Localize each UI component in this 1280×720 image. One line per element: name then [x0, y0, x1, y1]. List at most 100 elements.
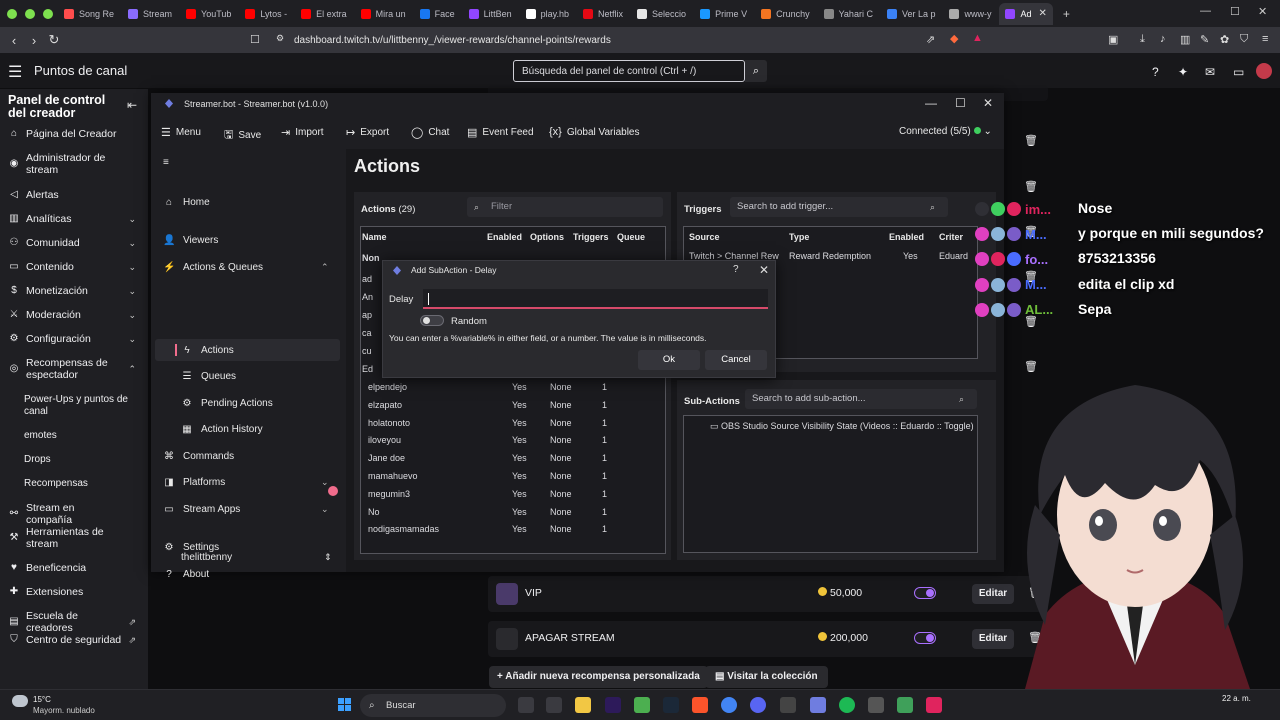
windows-start-icon[interactable] — [338, 698, 352, 712]
action-queue[interactable]: None — [550, 400, 572, 410]
trigger-enabled[interactable]: Yes — [903, 251, 918, 261]
nav-stream-apps[interactable]: ▭ Stream Apps ⌄ — [163, 504, 328, 515]
browser-tab[interactable]: El extra — [295, 3, 353, 25]
action-triggers[interactable]: 1 — [602, 524, 607, 534]
browser-tab[interactable]: www-y — [943, 3, 997, 25]
action-queue[interactable]: None — [550, 382, 572, 392]
subaction-search-input[interactable]: Search to add sub-action... ⌕ — [745, 389, 977, 409]
subaction-item[interactable]: ▭ OBS Studio Source Visibility State (Vi… — [710, 421, 974, 432]
export-button[interactable]: ↦ Export — [346, 126, 389, 139]
extension-dot-icon[interactable] — [43, 8, 53, 19]
browser-tab[interactable]: Lytos - — [239, 3, 293, 25]
music-icon[interactable]: ♪ — [1160, 33, 1166, 45]
rewards-icon[interactable]: ▲ — [972, 32, 983, 44]
action-name-partial[interactable]: An — [362, 292, 373, 302]
menu-button[interactable]: ☰ Menu — [161, 126, 201, 139]
help-icon[interactable]: ? — [1152, 65, 1159, 79]
sparkle-icon[interactable]: ✦ — [1178, 65, 1188, 79]
panel-icon[interactable]: ▥ — [1180, 33, 1190, 46]
save-button[interactable]: 🖫 Save — [224, 126, 261, 145]
whisper-icon[interactable]: ▭ — [1233, 65, 1244, 79]
connection-status[interactable]: Connected (5/5) ⌄ — [899, 126, 992, 137]
nav-pending[interactable]: ⚙ Pending Actions — [181, 398, 273, 409]
maximize-icon[interactable]: ☐ — [1230, 5, 1240, 18]
clock[interactable]: 22 a. m. — [1222, 694, 1251, 703]
nav-viewers[interactable]: 👤 Viewers — [163, 235, 218, 246]
action-enabled[interactable]: Yes — [512, 507, 527, 517]
browser-tab[interactable]: Ver La p — [881, 3, 942, 25]
search-icon[interactable]: ⌕ — [745, 60, 767, 82]
menu-icon[interactable]: ≡ — [1262, 33, 1268, 45]
close-icon[interactable]: ✕ — [1258, 5, 1267, 18]
app-icon[interactable] — [868, 697, 884, 713]
new-tab-icon[interactable]: + — [1063, 7, 1070, 21]
action-enabled[interactable]: Yes — [512, 382, 527, 392]
action-name-partial[interactable]: cu — [362, 346, 372, 356]
action-triggers[interactable]: 1 — [602, 453, 607, 463]
sidebar-item[interactable]: ▭ Contenido ⌄ — [8, 261, 142, 273]
triggers-col-source[interactable]: Source — [689, 232, 720, 242]
action-enabled[interactable]: Yes — [512, 524, 527, 534]
streamerbot-icon[interactable] — [810, 697, 826, 713]
reload-icon[interactable]: ↻ — [44, 32, 64, 48]
action-enabled[interactable]: Yes — [512, 489, 527, 499]
nav-history[interactable]: ▦ Action History — [181, 424, 262, 435]
trash-icon[interactable]: 🗑 — [1024, 134, 1038, 147]
triggers-col-enabled[interactable]: Enabled — [889, 232, 924, 242]
share-icon[interactable]: ⇗ — [926, 33, 935, 46]
browser-tab[interactable]: play.hb — [520, 3, 575, 25]
extension-dot-icon[interactable] — [7, 8, 17, 19]
actions-column-header[interactable]: Name — [362, 232, 387, 242]
action-name[interactable]: iloveyou — [368, 435, 401, 445]
action-name[interactable]: megumin3 — [368, 489, 410, 499]
sidebar-item[interactable]: ⚔ Moderación ⌄ — [8, 309, 142, 321]
triggers-col-type[interactable]: Type — [789, 232, 809, 242]
close-icon[interactable]: ✕ — [983, 96, 993, 110]
close-icon[interactable]: ✕ — [759, 263, 769, 277]
action-triggers[interactable]: 1 — [602, 489, 607, 499]
sidebar-item[interactable]: ▤ Escuela de creadores ⇗ — [8, 610, 142, 634]
task-view-icon[interactable] — [518, 697, 534, 713]
discord-icon[interactable] — [750, 697, 766, 713]
action-enabled[interactable]: Yes — [512, 435, 527, 445]
dashboard-search-input[interactable]: Búsqueda del panel de control (Ctrl + /) — [513, 60, 745, 82]
sidebar-item[interactable]: ⌂ Página del Creador — [8, 128, 142, 140]
reward-enabled-toggle[interactable] — [914, 632, 936, 644]
sidebar-item[interactable]: ◎ Recompensas de espectador ⌃ — [8, 357, 142, 381]
action-triggers[interactable]: 1 — [602, 435, 607, 445]
browser-tab[interactable]: Prime V — [694, 3, 753, 25]
app-icon[interactable] — [926, 697, 942, 713]
reward-enabled-toggle[interactable] — [914, 587, 936, 599]
browser-tab[interactable]: Face — [414, 3, 461, 25]
action-name[interactable]: mamahuevo — [368, 471, 418, 481]
action-name-partial[interactable]: ad — [362, 274, 372, 284]
actions-filter-input[interactable]: ⌕ Filter — [467, 197, 663, 217]
action-name[interactable]: elzapato — [368, 400, 402, 410]
store-icon[interactable] — [546, 697, 562, 713]
trash-icon[interactable]: 🗑 — [1024, 180, 1038, 193]
sidebar-item[interactable]: ⚙ Configuración ⌄ — [8, 333, 142, 345]
nav-commands[interactable]: ⌘ Commands — [163, 451, 234, 462]
back-icon[interactable]: ‹ — [4, 33, 24, 48]
sidebar-subitem[interactable]: Power-Ups y puntos de canal — [24, 394, 136, 418]
browser-tab[interactable]: Netflix — [577, 3, 629, 25]
app-icon[interactable] — [897, 697, 913, 713]
hamburger-icon[interactable]: ☰ — [8, 62, 22, 82]
browser-tab[interactable]: Yahari C — [818, 3, 879, 25]
sidebar-item[interactable]: ◁ Alertas — [8, 189, 142, 201]
trigger-type[interactable]: Reward Redemption — [789, 251, 871, 261]
bookmark-icon[interactable]: ☐ — [250, 33, 260, 46]
brave-shield-icon[interactable]: ◆ — [950, 32, 958, 45]
weather-description[interactable]: Mayorm. nublado — [33, 706, 95, 715]
trigger-criteria[interactable]: Eduard — [939, 251, 968, 261]
premiere-icon[interactable] — [605, 697, 621, 713]
trigger-search-input[interactable]: Search to add trigger... ⌕ — [730, 197, 948, 217]
browser-tab[interactable]: Mira un — [355, 3, 412, 25]
action-queue[interactable]: None — [550, 435, 572, 445]
browser-tab[interactable]: Seleccio — [631, 3, 692, 25]
action-queue[interactable]: None — [550, 418, 572, 428]
browser-tab[interactable]: LittBen — [463, 3, 518, 25]
action-queue[interactable]: None — [550, 453, 572, 463]
sidebar-subitem[interactable]: Recompensas — [24, 478, 136, 490]
url-text[interactable]: dashboard.twitch.tv/u/littbenny_/viewer-… — [294, 35, 611, 46]
